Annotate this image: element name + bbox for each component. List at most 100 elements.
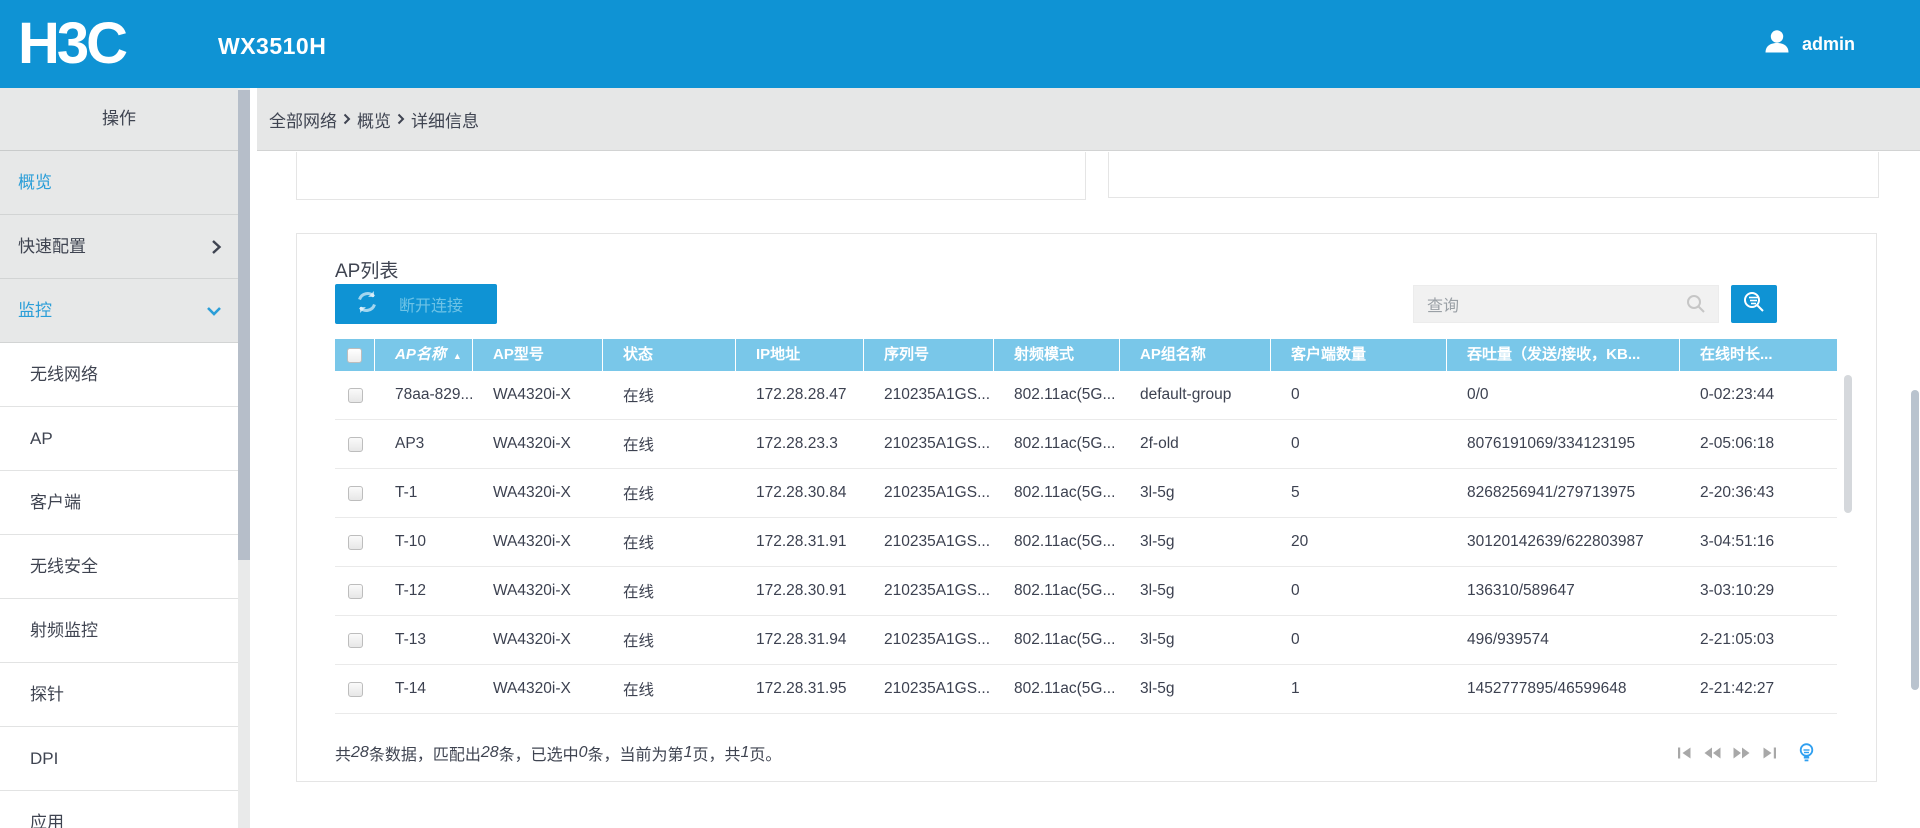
summary-number: 1 [683,744,693,761]
sidebar-item-6[interactable]: 无线安全 [0,535,238,599]
main-content: AP列表 断开连接 查询 AP名称 ▲ AP型号 状态 IP地址 序列号 射频模… [257,152,1920,828]
sidebar-item-5[interactable]: 客户端 [0,471,238,535]
cell-5-9: 2-21:05:03 [1700,631,1775,648]
sidebar-scrollbar[interactable] [238,88,250,828]
sidebar-content-divider [250,88,257,828]
sidebar-scrollbar-thumb[interactable] [238,90,250,560]
sidebar-item-4[interactable]: AP [0,407,238,471]
ap-list-panel: AP列表 断开连接 查询 AP名称 ▲ AP型号 状态 IP地址 序列号 射频模… [296,233,1877,782]
cell-0-9: 0-02:23:44 [1700,386,1775,403]
table-row[interactable]: T-13 WA4320i-X 在线 172.28.31.94 210235A1GS...… [335,616,1837,665]
partial-card-right [1108,152,1879,198]
cell-0-0: 78aa-829... [395,386,473,403]
disconnect-button[interactable]: 断开连接 [399,292,463,316]
sidebar-item-label: 探针 [30,685,64,704]
table-row[interactable]: T-12 WA4320i-X 在线 172.28.30.91 210235A1GS...… [335,567,1837,616]
first-page-button[interactable] [1677,747,1692,759]
cell-1-4: 210235A1GS... [884,435,990,452]
table-row[interactable]: AP3 WA4320i-X 在线 172.28.23.3 210235A1GS... 80… [335,420,1837,469]
lightbulb-icon[interactable] [1799,742,1814,764]
row-checkbox[interactable] [335,387,375,403]
select-all-checkbox[interactable] [335,339,375,371]
table-row[interactable]: 78aa-829... WA4320i-X 在线 172.28.28.47 210235… [335,371,1837,420]
cell-1-3: 172.28.23.3 [756,435,838,452]
last-page-button[interactable] [1762,747,1777,759]
sidebar-item-7[interactable]: 射频监控 [0,599,238,663]
column-header-4[interactable]: 序列号 [864,339,994,371]
cell-6-7: 1 [1291,680,1300,697]
cell-5-1: WA4320i-X [493,631,571,648]
summary-text: 页，共 [692,747,741,764]
column-header-3[interactable]: IP地址 [736,339,864,371]
sidebar-item-1[interactable]: 快速配置 [0,215,238,279]
column-header-8[interactable]: 吞吐量（发送/接收，KB... [1447,339,1680,371]
column-header-6[interactable]: AP组名称 [1120,339,1271,371]
cell-4-8: 136310/589647 [1467,582,1575,599]
row-checkbox[interactable] [335,632,375,648]
sidebar-item-label: DPI [30,749,59,768]
column-header-0[interactable]: AP名称 ▲ [375,339,473,371]
cell-2-8: 8268256941/279713975 [1467,484,1636,501]
cell-2-5: 802.11ac(5G... [1014,484,1116,501]
column-header-5[interactable]: 射频模式 [994,339,1120,371]
sort-asc-icon: ▲ [452,351,462,361]
cell-0-1: WA4320i-X [493,386,571,403]
advanced-search-button[interactable] [1731,285,1777,323]
row-checkbox[interactable] [335,534,375,550]
sidebar-item-9[interactable]: DPI [0,727,238,791]
next-page-button[interactable] [1733,747,1750,759]
cell-2-4: 210235A1GS... [884,484,990,501]
cell-5-8: 496/939574 [1467,631,1549,648]
sidebar-item-label: 无线安全 [30,557,98,576]
breadcrumb-item-0[interactable]: 全部网络 [269,107,337,132]
checkbox-icon [347,534,363,550]
page-scrollbar-thumb[interactable] [1911,390,1919,690]
user-menu[interactable]: admin [1762,0,1855,88]
ap-table: AP名称 ▲ AP型号 状态 IP地址 序列号 射频模式 AP组名称 客户端数量 吞吐量（发送/接… [335,339,1837,714]
breadcrumb-separator-icon [397,113,405,125]
cell-1-7: 0 [1291,435,1300,452]
cell-3-7: 20 [1291,533,1309,550]
column-header-9[interactable]: 在线时长... [1680,339,1837,371]
table-scrollbar[interactable] [1843,373,1853,707]
row-checkbox[interactable] [335,583,375,599]
search-input[interactable]: 查询 [1413,285,1719,323]
sidebar-menu: 概览 快速配置 监控无线网络 AP 客户端无线安全射频监控探针 DPI 应用 [0,151,238,828]
chevron-down-icon [206,279,222,342]
table-row[interactable]: T-1 WA4320i-X 在线 172.28.30.84 210235A1GS... 8… [335,469,1837,518]
ap-table-body: 78aa-829... WA4320i-X 在线 172.28.28.47 210235… [335,371,1837,714]
prev-page-button[interactable] [1704,747,1721,759]
cell-1-6: 2f-old [1140,435,1179,452]
sidebar-item-10[interactable]: 应用 [0,791,238,828]
checkbox-icon [347,347,362,363]
username: admin [1801,33,1855,54]
column-header-2[interactable]: 状态 [603,339,736,371]
column-header-7[interactable]: 客户端数量 [1271,339,1447,371]
table-row[interactable]: T-14 WA4320i-X 在线 172.28.31.95 210235A1GS...… [335,665,1837,714]
summary-number: 28 [351,744,369,761]
cell-3-6: 3l-5g [1140,533,1175,550]
sidebar-item-label: 无线网络 [30,365,98,384]
sidebar-item-0[interactable]: 概览 [0,151,238,215]
breadcrumb-item-2[interactable]: 详细信息 [411,107,479,132]
sidebar-item-2[interactable]: 监控 [0,279,238,343]
breadcrumb-separator-icon [343,113,351,125]
checkbox-icon [347,632,363,648]
column-header-1[interactable]: AP型号 [473,339,603,371]
user-icon [1762,27,1792,62]
row-checkbox[interactable] [335,436,375,452]
sidebar-item-8[interactable]: 探针 [0,663,238,727]
sidebar-item-3[interactable]: 无线网络 [0,343,238,407]
row-checkbox[interactable] [335,681,375,697]
row-checkbox[interactable] [335,485,375,501]
cell-4-9: 3-03:10:29 [1700,582,1775,599]
cell-1-0: AP3 [395,435,425,452]
cell-3-9: 3-04:51:16 [1700,533,1775,550]
cell-2-7: 5 [1291,484,1300,501]
table-scrollbar-thumb[interactable] [1844,375,1852,513]
table-row[interactable]: T-10 WA4320i-X 在线 172.28.31.91 210235A1GS...… [335,518,1837,567]
breadcrumb-item-1[interactable]: 概览 [357,107,391,132]
cell-6-6: 3l-5g [1140,680,1175,697]
cell-3-5: 802.11ac(5G... [1014,533,1116,550]
refresh-button[interactable] [335,284,399,324]
